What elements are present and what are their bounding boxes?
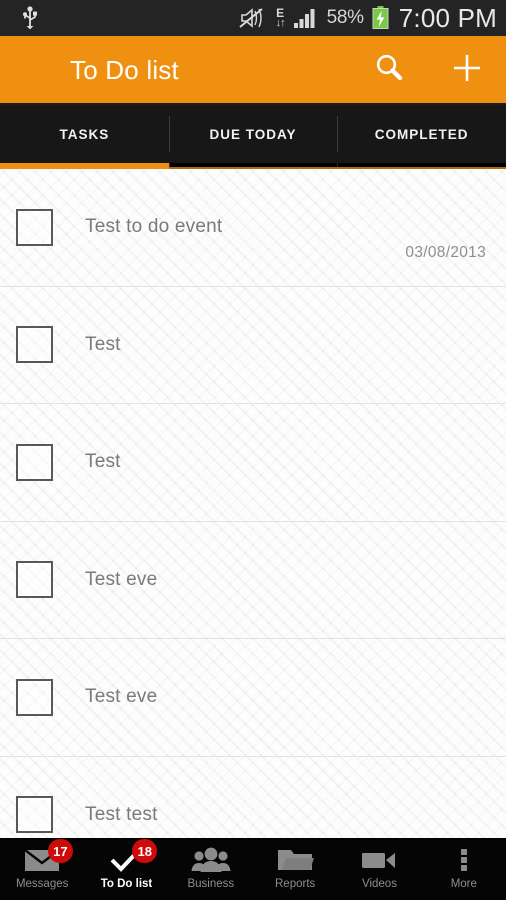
status-icons: E ↓↑ 58% 7:00 PM	[238, 0, 506, 36]
add-task-button[interactable]	[428, 36, 506, 104]
folder-icon	[276, 845, 315, 875]
task-title: Test eve	[85, 568, 158, 590]
tab-bar: TASKS DUE TODAY COMPLETED	[0, 105, 506, 163]
nav-item-messages[interactable]: Messages 17	[0, 839, 84, 900]
status-bar: E ↓↑ 58% 7:00 PM	[0, 0, 506, 36]
task-row[interactable]: Test	[0, 404, 506, 522]
task-row[interactable]: Test eve	[0, 522, 506, 639]
tab-tasks[interactable]: TASKS	[0, 105, 169, 163]
tab-due-today[interactable]: DUE TODAY	[168, 105, 338, 163]
task-row[interactable]: Test test	[0, 757, 506, 839]
task-title: Test	[85, 451, 121, 473]
nav-item-reports[interactable]: Reports	[253, 839, 337, 900]
task-checkbox[interactable]	[16, 208, 53, 246]
action-bar: To Do list	[0, 36, 506, 104]
tab-label: DUE TODAY	[209, 126, 297, 142]
tab-label: COMPLETED	[374, 126, 469, 142]
task-row[interactable]: Test	[0, 287, 506, 404]
app-root: E ↓↑ 58% 7:00 PM To Do list TASKS DUE TO…	[0, 0, 506, 900]
clock-label: 7:00 PM	[398, 2, 497, 33]
task-list[interactable]: Test to do event 03/08/2013 Test Test Te…	[0, 169, 506, 838]
data-arrows-icon: ↓↑	[275, 17, 286, 29]
usb-icon	[0, 6, 60, 30]
plus-icon	[450, 51, 484, 90]
nav-item-videos[interactable]: Videos	[337, 839, 421, 900]
video-camera-icon	[360, 845, 398, 875]
nav-label: Business	[187, 878, 235, 890]
bottom-navigation: Messages 17 To Do list 18 Business Repor…	[0, 838, 506, 900]
people-group-icon	[190, 845, 232, 875]
action-bar-actions	[350, 36, 506, 104]
nav-label: Videos	[361, 878, 397, 890]
task-title: Test eve	[85, 686, 158, 708]
search-icon	[372, 51, 406, 90]
battery-charging-icon	[372, 6, 389, 30]
nav-label: To Do list	[100, 878, 153, 890]
nav-label: Reports	[275, 878, 316, 890]
nav-item-business[interactable]: Business	[169, 839, 253, 900]
task-checkbox[interactable]	[16, 678, 53, 716]
signal-bars-icon	[293, 7, 319, 29]
task-checkbox[interactable]	[16, 796, 53, 834]
nav-item-more[interactable]: More	[422, 839, 506, 900]
task-checkbox[interactable]	[16, 561, 53, 599]
task-row[interactable]: Test to do event 03/08/2013	[0, 169, 506, 287]
tab-completed[interactable]: COMPLETED	[337, 105, 506, 163]
network-type-indicator: E ↓↑	[275, 7, 286, 29]
tab-label: TASKS	[59, 126, 110, 142]
task-date: 03/08/2013	[405, 243, 486, 261]
nav-item-to-do-list[interactable]: To Do list 18	[84, 839, 168, 900]
task-row[interactable]: Test eve	[0, 639, 506, 757]
task-title: Test	[85, 333, 121, 355]
page-title: To Do list	[70, 54, 179, 85]
nav-label: Messages	[15, 878, 69, 890]
nav-label: More	[450, 878, 477, 890]
task-title: Test to do event	[85, 216, 223, 238]
badge-count: 17	[48, 839, 73, 863]
volume-muted-icon	[238, 7, 268, 29]
task-checkbox[interactable]	[16, 443, 53, 481]
badge-count: 18	[132, 839, 157, 863]
search-button[interactable]	[350, 36, 428, 104]
task-title: Test test	[85, 803, 158, 825]
battery-percent-label: 58%	[326, 7, 364, 28]
overflow-dots-icon	[457, 845, 471, 875]
task-checkbox[interactable]	[16, 326, 53, 364]
